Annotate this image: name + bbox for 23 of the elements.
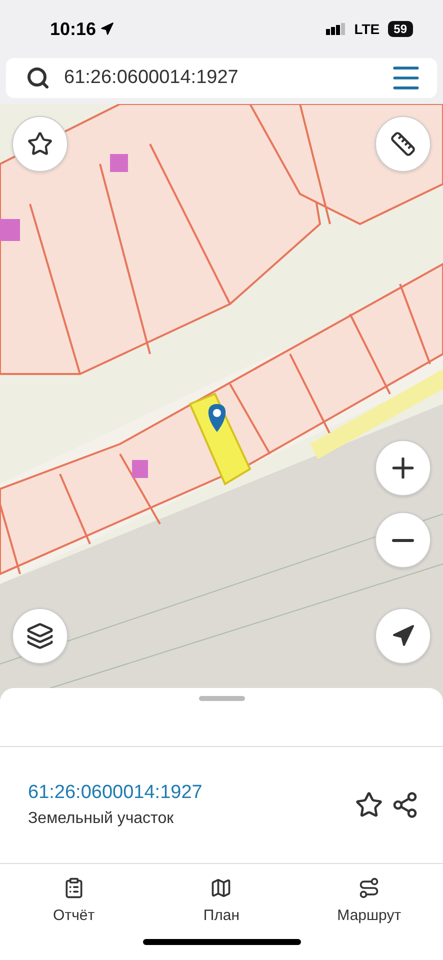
ruler-icon	[390, 131, 416, 157]
layers-icon	[26, 622, 54, 650]
tab-button[interactable]: Отчёт	[14, 876, 134, 925]
star-icon	[27, 131, 53, 157]
signal-icon	[326, 23, 346, 35]
parcel-type: Земельный участок	[28, 810, 175, 828]
star-icon	[355, 791, 383, 819]
share-icon	[391, 791, 419, 819]
battery-indicator: 59	[388, 21, 413, 37]
status-time: 10:16	[50, 18, 96, 40]
location-arrow-icon	[391, 624, 415, 648]
search-field[interactable]: 61:26:0600014:1927	[64, 67, 375, 89]
sheet-handle[interactable]	[198, 696, 244, 701]
location-arrow-icon	[100, 22, 114, 36]
map-icon	[210, 877, 232, 899]
parcel-number: 61:26:0600014:1927	[28, 782, 204, 804]
minus-icon	[392, 538, 414, 542]
tab-button[interactable]: План	[161, 876, 282, 925]
tab-button[interactable]: Маршрут	[309, 876, 430, 925]
search-bar[interactable]: 61:26:0600014:1927	[6, 58, 437, 98]
network-label: LTE	[354, 21, 380, 37]
route-icon	[358, 877, 380, 899]
search-icon	[26, 66, 50, 90]
